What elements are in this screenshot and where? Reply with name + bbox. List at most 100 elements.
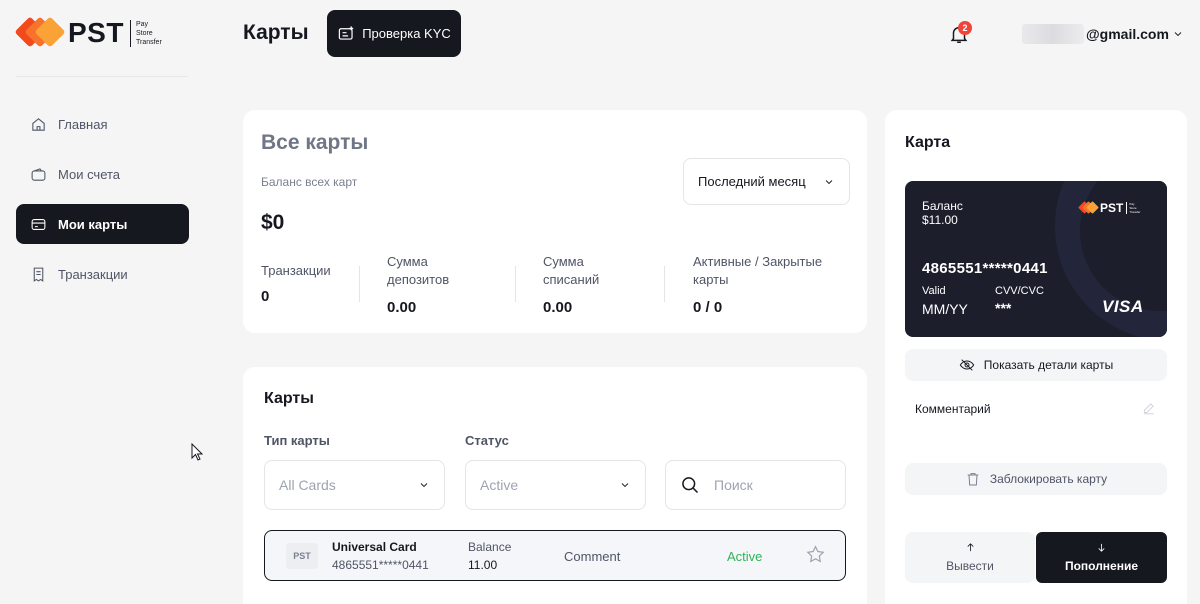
show-card-details-label: Показать детали карты — [983, 358, 1114, 372]
notifications-button[interactable]: 2 — [948, 21, 972, 47]
chevron-down-icon — [825, 179, 833, 184]
stat-value: 0.00 — [387, 299, 417, 316]
eye-off-icon — [959, 359, 975, 371]
top-up-label: Пополнение — [1064, 559, 1139, 573]
stat-deposits: Сумма депозитов 0.00 — [387, 253, 477, 316]
card-panel-title: Карта — [905, 134, 951, 151]
kyc-check-label: Проверка KYC — [362, 26, 451, 41]
credit-card-icon — [31, 218, 46, 230]
card-row-number: 4865551*****0441 — [332, 558, 429, 572]
card-brand-name: PST — [1100, 201, 1124, 215]
sidebar-item-label: Главная — [58, 116, 108, 132]
stat-label: Транзакции — [261, 263, 331, 278]
card-number: 4865551*****0441 — [922, 260, 1048, 277]
card-row-comment: Comment — [564, 549, 621, 564]
stat-transactions: Транзакции 0 — [261, 262, 331, 305]
stat-value: 0 — [261, 288, 270, 305]
withdraw-button[interactable]: Вывести — [905, 532, 1035, 583]
sidebar-item-label: Мои счета — [58, 166, 121, 182]
stat-label: Сумма депозитов — [387, 254, 450, 287]
search-input[interactable] — [714, 477, 824, 493]
chevron-down-icon — [1174, 32, 1182, 37]
user-menu[interactable]: @gmail.com — [1022, 24, 1184, 44]
card-valid-label: Valid — [922, 285, 946, 297]
mouse-cursor-icon — [191, 443, 203, 461]
card-balance-label: Баланс — [922, 199, 963, 213]
arrow-down-icon — [1098, 543, 1105, 552]
kyc-check-button[interactable]: Проверка KYC — [327, 10, 461, 57]
sidebar-item-accounts[interactable]: Мои счета — [16, 154, 189, 194]
sidebar-item-transactions[interactable]: Транзакции — [16, 254, 189, 294]
receipt-icon — [33, 267, 44, 282]
stat-value: 0.00 — [543, 299, 573, 316]
period-select[interactable]: Последний месяц — [683, 158, 850, 205]
card-type-value: All Cards — [279, 477, 336, 493]
sidebar-item-label: Транзакции — [58, 266, 128, 282]
logo-mark-icon — [14, 16, 66, 49]
block-card-button[interactable]: Заблокировать карту — [905, 463, 1167, 495]
chevron-down-icon — [621, 483, 629, 488]
sidebar-item-cards[interactable]: Мои карты — [16, 204, 189, 244]
star-icon — [806, 545, 825, 563]
summary-title: Все карты — [261, 131, 369, 154]
period-value: Последний месяц — [698, 174, 806, 189]
summary-subtitle: Баланс всех карт — [261, 175, 358, 189]
stat-divider — [359, 266, 360, 302]
bank-card-visual: Баланс $11.00 PST Pay Store Transfer 486… — [905, 181, 1167, 337]
redacted-email-prefix — [1022, 24, 1084, 44]
user-email: @gmail.com — [1086, 26, 1169, 42]
all-cards-summary: Все карты Баланс всех карт $0 Последний … — [243, 110, 867, 333]
sidebar-divider — [16, 76, 188, 77]
trash-icon — [967, 473, 979, 486]
logo-mark-icon — [1078, 201, 1099, 215]
top-up-button[interactable]: Пополнение — [1036, 532, 1167, 583]
brand-logo[interactable]: PST Pay Store Transfer — [14, 16, 162, 50]
card-type-select[interactable]: All Cards — [264, 460, 445, 510]
status-label: Статус — [465, 433, 509, 448]
card-type-label: Тип карты — [264, 433, 330, 448]
status-select[interactable]: Active — [465, 460, 646, 510]
stat-value: 0 / 0 — [693, 299, 723, 316]
card-balance: $11.00 — [922, 213, 958, 227]
favorite-star-button[interactable] — [805, 544, 826, 565]
comment-label: Комментарий — [915, 402, 991, 416]
wallet-icon — [31, 167, 46, 181]
brand-tagline: Pay Store Transfer — [129, 19, 162, 47]
card-brand-tagline: Pay Store Transfer — [1126, 202, 1140, 214]
notifications-badge: 2 — [958, 21, 972, 35]
stat-divider — [664, 266, 665, 302]
pencil-icon — [1143, 403, 1154, 415]
card-row-balance: 11.00 — [468, 558, 498, 572]
show-card-details-button[interactable]: Показать детали карты — [905, 349, 1167, 381]
sidebar-item-label: Мои карты — [58, 216, 128, 232]
brand-name: PST — [68, 17, 124, 48]
card-row-name: Universal Card — [332, 540, 417, 554]
edit-comment-button[interactable] — [1142, 401, 1156, 415]
stat-withdrawals: Сумма списаний 0.00 — [543, 253, 623, 316]
card-brand-logo: PST Pay Store Transfer — [1078, 201, 1140, 215]
card-row-balance-label: Balance — [468, 540, 512, 554]
card-detail-panel: Карта Баланс $11.00 PST Pay Store Transf… — [885, 110, 1187, 604]
home-icon — [32, 117, 45, 131]
table-row[interactable]: PST Universal Card 4865551*****0441 Bala… — [264, 530, 846, 581]
search-icon — [682, 477, 699, 494]
stat-active-closed: Активные / Закрытые карты 0 / 0 — [693, 253, 843, 316]
card-row-status: Active — [727, 549, 763, 564]
card-valid-value: MM/YY — [922, 301, 968, 317]
block-card-label: Заблокировать карту — [989, 472, 1108, 486]
stat-label: Сумма списаний — [543, 254, 600, 287]
id-card-icon — [338, 26, 354, 40]
cards-list-title: Карты — [264, 390, 314, 407]
chevron-down-icon — [420, 483, 428, 488]
stat-label: Активные / Закрытые карты — [693, 254, 823, 287]
withdraw-label: Вывести — [946, 559, 994, 573]
card-row-logo: PST — [286, 543, 318, 569]
card-cvv-value: *** — [995, 300, 1012, 316]
card-cvv-label: CVV/CVC — [995, 285, 1044, 297]
sidebar-item-home[interactable]: Главная — [16, 104, 189, 144]
status-value: Active — [480, 477, 519, 493]
sidebar-nav: Главная Мои счета Мои карты Транзакции — [16, 104, 189, 304]
cards-list-panel: Карты Тип карты Статус All Cards Active … — [243, 367, 867, 604]
search-box[interactable] — [665, 460, 846, 510]
arrow-up-icon — [966, 543, 974, 552]
